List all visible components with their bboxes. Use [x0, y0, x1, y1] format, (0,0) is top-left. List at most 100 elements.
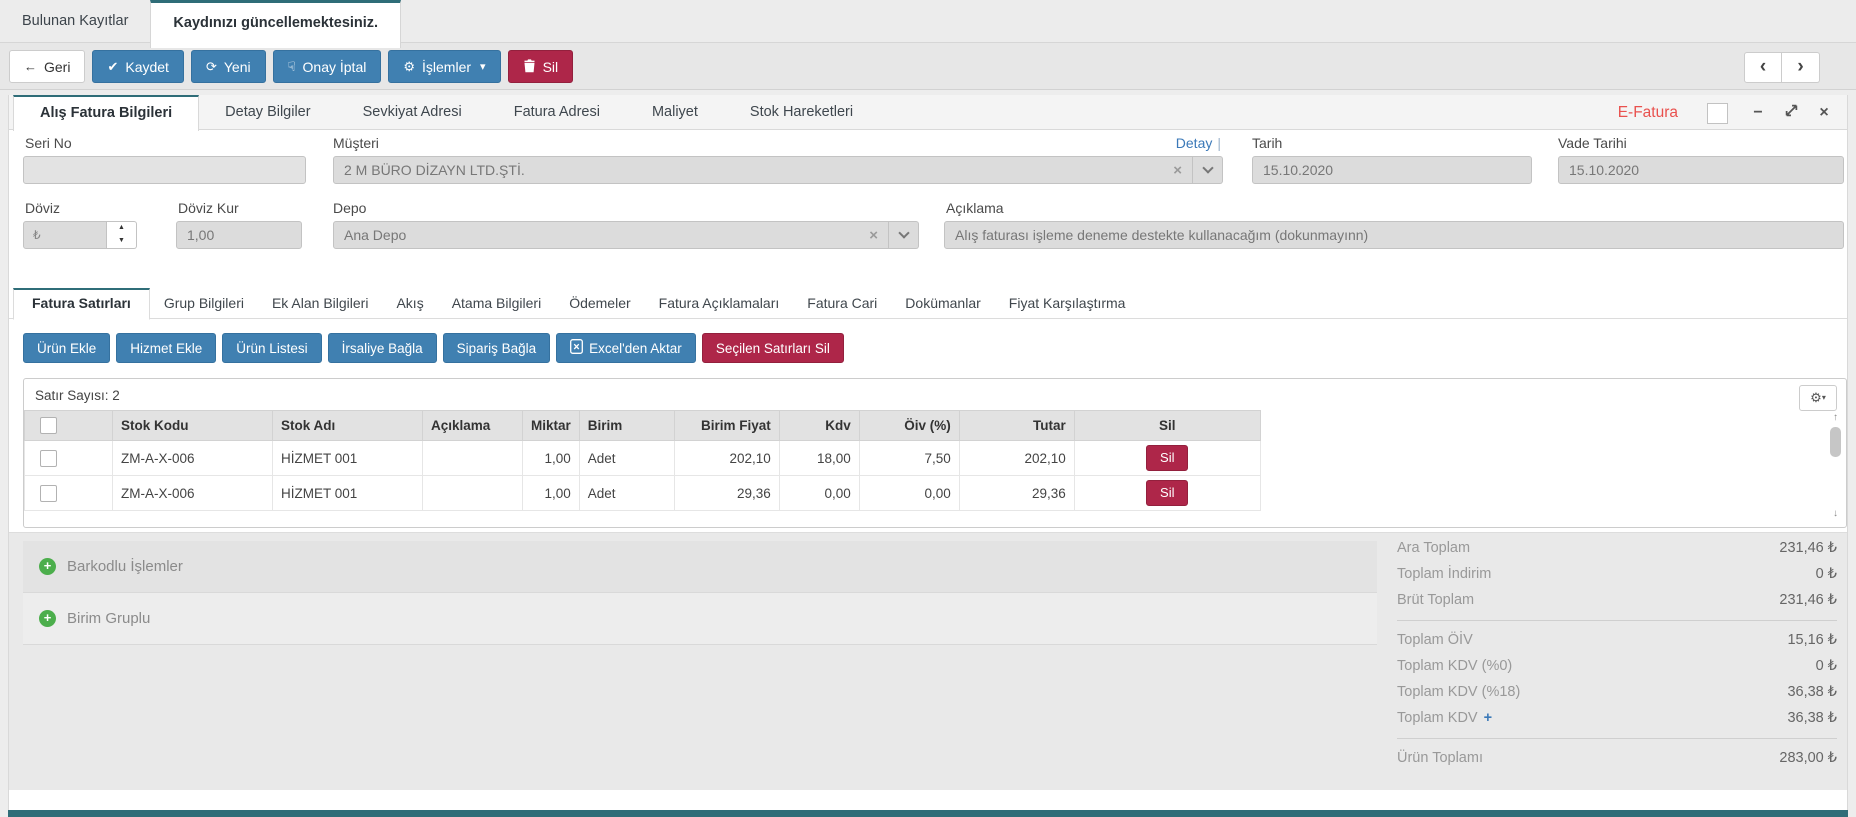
col-tutar: Tutar [959, 411, 1074, 441]
tab-fatura-aciklamalari[interactable]: Fatura Açıklamaları [645, 288, 794, 318]
actions-dropdown-button[interactable]: ⚙ İşlemler ▾ [388, 50, 500, 83]
tab-alis-fatura-bilgileri[interactable]: Alış Fatura Bilgileri [13, 95, 199, 131]
urun-ekle-label: Ürün Ekle [37, 341, 96, 356]
kdv-expand-plus-icon[interactable]: + [1484, 710, 1492, 726]
tab-fatura-cari[interactable]: Fatura Cari [793, 288, 891, 318]
birim-gruplu-label: Birim Gruplu [67, 610, 150, 627]
tab-dokumanlar[interactable]: Dokümanlar [891, 288, 994, 318]
doviz-label: Döviz [25, 200, 60, 216]
totals-divider [1397, 738, 1837, 739]
col-sil: Sil [1074, 411, 1260, 441]
next-record-button[interactable]: › [1782, 52, 1820, 83]
back-button[interactable]: ← Geri [9, 50, 85, 83]
detay-link[interactable]: Detay| [1109, 135, 1221, 151]
hizmet-ekle-button[interactable]: Hizmet Ekle [116, 333, 216, 363]
accordion-list: + Barkodlu İşlemler + Birim Gruplu [23, 541, 1377, 645]
total-label: Ara Toplam [1397, 535, 1470, 561]
total-value: 0 ₺ [1816, 561, 1837, 587]
invoice-lines-panel: Satır Sayısı: 2 ⚙▾ Stok Kodu Stok Adı Aç… [23, 378, 1847, 528]
tab-fiyat-karsilastirma[interactable]: Fiyat Karşılaştırma [995, 288, 1140, 318]
secilen-satirlari-sil-button[interactable]: Seçilen Satırları Sil [702, 333, 844, 363]
depo-combobox[interactable]: Ana Depo × [333, 221, 919, 249]
vade-tarihi-input[interactable]: 15.10.2020 [1558, 156, 1844, 184]
tab-odemeler[interactable]: Ödemeler [555, 288, 644, 318]
tab-kayit-guncelleme[interactable]: Kaydınızı güncellemektesiniz. [150, 0, 401, 48]
cell-aciklama [423, 441, 523, 476]
select-all-checkbox[interactable] [40, 417, 57, 434]
scrollbar-thumb[interactable] [1830, 427, 1841, 457]
doviz-down-icon[interactable]: ▼ [107, 235, 136, 248]
urun-listesi-button[interactable]: Ürün Listesi [222, 333, 321, 363]
save-button[interactable]: ✔ Kaydet [92, 50, 184, 83]
tab-fatura-satirlari[interactable]: Fatura Satırları [13, 288, 150, 320]
tab-maliyet[interactable]: Maliyet [626, 95, 724, 129]
irsaliye-bagla-button[interactable]: İrsaliye Bağla [328, 333, 437, 363]
row-delete-button[interactable]: Sil [1146, 445, 1188, 471]
excel-aktar-button[interactable]: Excel'den Aktar [556, 333, 696, 363]
app-screen: Bulunan Kayıtlar Kaydınızı güncellemekte… [0, 0, 1856, 817]
total-label: Toplam KDV (%18) [1397, 679, 1520, 705]
tab-detay-bilgiler[interactable]: Detay Bilgiler [199, 95, 336, 129]
seri-no-input[interactable] [23, 156, 306, 184]
detail-tabbar: Fatura Satırları Grup Bilgileri Ek Alan … [9, 288, 1847, 319]
expand-icon[interactable] [1782, 102, 1800, 124]
tarih-input[interactable]: 15.10.2020 [1252, 156, 1532, 184]
tab-fatura-adresi[interactable]: Fatura Adresi [488, 95, 626, 129]
table-scrollbar[interactable]: ↑ ↓ [1828, 412, 1843, 520]
musteri-combobox[interactable]: 2 M BÜRO DİZAYN LTD.ŞTİ. × [333, 156, 1223, 184]
col-miktar: Miktar [523, 411, 580, 441]
seri-no-label: Seri No [25, 135, 72, 151]
cell-kdv: 18,00 [779, 441, 859, 476]
col-aciklama: Açıklama [423, 411, 523, 441]
close-icon[interactable]: × [1815, 102, 1833, 124]
row-checkbox[interactable] [40, 450, 57, 467]
depo-clear-icon[interactable]: × [869, 228, 878, 243]
total-value: 231,46 ₺ [1779, 535, 1837, 561]
approve-cancel-button[interactable]: ☟ Onay İptal [273, 50, 382, 83]
minimize-icon[interactable]: − [1749, 102, 1767, 124]
cell-miktar: 1,00 [523, 476, 580, 511]
cell-birim-fiyat: 29,36 [674, 476, 779, 511]
detay-link-text[interactable]: Detay [1176, 135, 1213, 151]
tab-stok-hareketleri[interactable]: Stok Hareketleri [724, 95, 879, 129]
table-row: ZM-A-X-006 HİZMET 001 1,00 Adet 202,10 1… [25, 441, 1261, 476]
doviz-stepper[interactable]: ₺ ▲ ▼ [23, 221, 137, 249]
urun-ekle-button[interactable]: Ürün Ekle [23, 333, 110, 363]
urun-listesi-label: Ürün Listesi [236, 341, 307, 356]
new-button[interactable]: ⟳ Yeni [191, 50, 266, 83]
tab-sevkiyat-adresi[interactable]: Sevkiyat Adresi [337, 95, 488, 129]
doviz-up-icon[interactable]: ▲ [107, 222, 136, 235]
birim-gruplu-accordion[interactable]: + Birim Gruplu [23, 593, 1377, 645]
depo-label: Depo [333, 200, 366, 216]
col-birim-fiyat: Birim Fiyat [674, 411, 779, 441]
excel-icon [570, 339, 583, 357]
prev-record-button[interactable]: ‹ [1744, 52, 1782, 83]
siparis-bagla-button[interactable]: Sipariş Bağla [443, 333, 551, 363]
total-value: 36,38 ₺ [1787, 705, 1837, 731]
musteri-clear-icon[interactable]: × [1173, 163, 1182, 178]
tab-grup-bilgileri[interactable]: Grup Bilgileri [150, 288, 258, 318]
grid-settings-button[interactable]: ⚙▾ [1799, 385, 1837, 411]
frame-bottom-accent-bar [8, 810, 1848, 817]
tab-bulunan-kayitlar[interactable]: Bulunan Kayıtlar [0, 0, 150, 42]
thumbs-down-icon: ☟ [288, 60, 296, 73]
cell-stok-adi: HİZMET 001 [273, 441, 423, 476]
tab-akis[interactable]: Akış [382, 288, 437, 318]
aciklama-input[interactable]: Alış faturası işleme deneme destekte kul… [944, 221, 1844, 249]
scroll-up-icon[interactable]: ↑ [1828, 412, 1843, 424]
cell-birim: Adet [579, 441, 674, 476]
cell-kdv: 0,00 [779, 476, 859, 511]
musteri-dropdown-icon[interactable] [1193, 156, 1223, 184]
doviz-kur-input[interactable]: 1,00 [176, 221, 302, 249]
tab-ek-alan-bilgileri[interactable]: Ek Alan Bilgileri [258, 288, 383, 318]
scroll-down-icon[interactable]: ↓ [1828, 508, 1843, 520]
efatura-checkbox[interactable] [1707, 103, 1728, 124]
delete-button[interactable]: Sil [508, 50, 574, 83]
depo-dropdown-icon[interactable] [889, 221, 919, 249]
barkodlu-islemler-accordion[interactable]: + Barkodlu İşlemler [23, 541, 1377, 593]
delete-button-label: Sil [543, 59, 559, 75]
tab-atama-bilgileri[interactable]: Atama Bilgileri [438, 288, 555, 318]
row-delete-button[interactable]: Sil [1146, 480, 1188, 506]
row-checkbox[interactable] [40, 485, 57, 502]
barkodlu-islemler-label: Barkodlu İşlemler [67, 558, 183, 575]
